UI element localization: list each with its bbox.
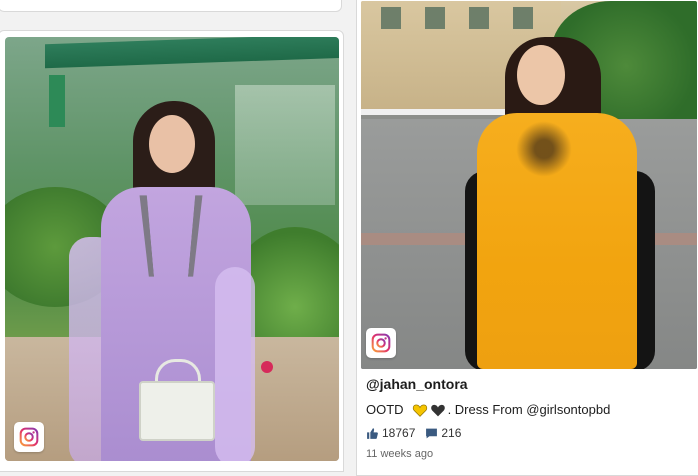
photo-face [517,45,565,105]
photo-window [381,7,401,29]
post-card-left[interactable] [0,30,344,472]
black-heart-icon [430,404,445,416]
comments-count: 216 [441,426,462,440]
photo-sign [49,75,65,127]
post-photo-left[interactable] [5,37,339,461]
photo-handbag [139,381,215,441]
post-photo-right[interactable] [361,1,697,369]
photo-embroidery [509,119,579,179]
post-stats: 18767 216 [366,426,471,440]
photo-neckline [139,195,203,277]
post-username[interactable]: @jahan_ontora [366,376,468,392]
photo-window [425,7,445,29]
yellow-heart-icon [412,404,427,417]
photo-window [513,7,533,29]
post-caption: OOTD . Dress From @girlsontopbd [366,402,610,417]
photo-shelf [235,85,335,205]
caption-suffix: . Dress From @girlsontopbd [447,402,611,417]
comment-icon [426,428,438,438]
comments-stat: 216 [425,426,461,440]
thumbs-up-icon [367,427,378,439]
photo-dupatta [215,267,255,461]
photo-face [149,115,195,173]
likes-stat: 18767 [366,426,415,440]
instagram-icon[interactable] [366,328,396,358]
photo-flower [261,361,273,373]
likes-count: 18767 [382,426,416,440]
photo-window [469,7,489,29]
caption-prefix: OOTD [366,402,404,417]
post-timestamp: 11 weeks ago [366,448,434,460]
instagram-icon[interactable] [14,422,44,452]
previous-post-card [0,0,342,12]
